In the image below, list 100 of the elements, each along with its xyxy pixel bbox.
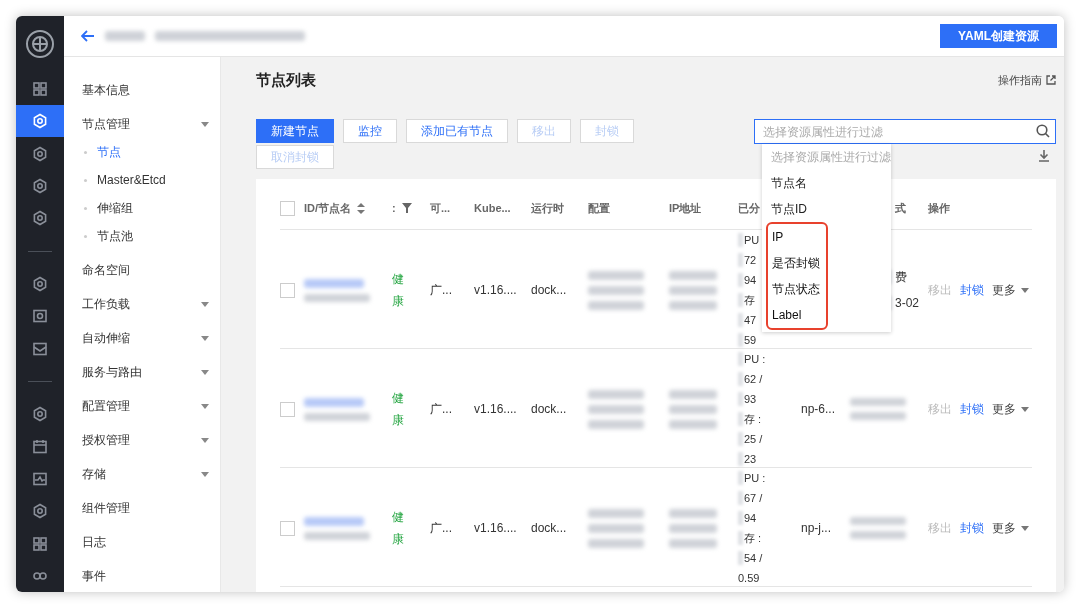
sidebar-subitem[interactable]: 节点池: [64, 222, 220, 250]
table-cell: PU :: [744, 472, 766, 484]
blurred-text: [669, 270, 717, 280]
caret-icon: [1021, 406, 1029, 412]
blurred-text: [669, 389, 717, 399]
sidebar-item[interactable]: 工作负载: [64, 287, 220, 321]
checkbox[interactable]: [280, 282, 295, 298]
yaml-create-button[interactable]: YAML创建资源: [940, 24, 1057, 48]
table-cell: PU :: [744, 353, 766, 365]
status-text: 健康: [392, 271, 404, 310]
table-cell: dock...: [531, 521, 567, 535]
sort-icon[interactable]: [357, 202, 366, 214]
blurred-text: [669, 508, 717, 518]
status-text: 健康: [392, 390, 404, 429]
checkbox[interactable]: [280, 520, 295, 536]
dropdown-option[interactable]: 是否封锁: [768, 250, 826, 276]
row-action-link[interactable]: 封锁: [960, 519, 984, 537]
sidebar-item[interactable]: 配置管理: [64, 389, 220, 423]
table-cell: 23: [744, 453, 757, 465]
blurred-text: [669, 285, 717, 295]
dropdown-option[interactable]: 节点名: [762, 170, 891, 196]
page-title: 节点列表: [256, 70, 316, 90]
table-cell: 94: [744, 512, 757, 524]
more-menu[interactable]: 更多: [992, 400, 1029, 418]
column-header: ID/节点名: [304, 200, 352, 216]
table-cell: np-j...: [801, 521, 831, 535]
blurred-text: [588, 300, 644, 310]
column-header: 已分: [738, 200, 760, 216]
table-cell: 25 /: [744, 433, 763, 445]
sidebar-subitem[interactable]: 节点: [64, 138, 220, 166]
checkbox[interactable]: [280, 401, 295, 417]
square-icon: [32, 308, 48, 325]
chart-icon: [32, 470, 48, 487]
sidebar-subitem[interactable]: Master&Etcd: [64, 166, 220, 194]
caret-icon: [1021, 287, 1029, 293]
table-cell: 存 :: [744, 530, 762, 546]
sidebar-item[interactable]: 基本信息: [64, 73, 220, 107]
dropdown-option[interactable]: Label: [768, 302, 826, 328]
column-header: Kube...: [474, 202, 511, 214]
more-menu[interactable]: 更多: [992, 519, 1029, 537]
table-cell: 费: [895, 268, 907, 286]
table-cell: dock...: [531, 283, 567, 297]
column-header: 可...: [430, 200, 451, 216]
dropdown-option[interactable]: 节点ID: [762, 196, 891, 222]
logo-icon[interactable]: [25, 29, 55, 60]
sidebar-item[interactable]: 节点管理: [64, 107, 220, 141]
table-cell: 广...: [430, 400, 452, 418]
guide-link[interactable]: 操作指南: [998, 72, 1056, 88]
blurred-text: [304, 397, 364, 407]
checkbox[interactable]: [280, 200, 295, 216]
blurred-text: [304, 293, 370, 302]
table-cell: 广...: [430, 281, 452, 299]
sidebar-item[interactable]: 事件: [64, 559, 220, 592]
column-header: 配置: [588, 200, 610, 216]
filter-icon[interactable]: [401, 203, 412, 213]
toolbar-button[interactable]: 添加已有节点: [406, 119, 508, 143]
dropdown-option[interactable]: IP: [768, 224, 826, 250]
blurred-text: [588, 270, 644, 280]
blurred-text: [588, 523, 644, 533]
row-action-link[interactable]: 封锁: [960, 281, 984, 299]
blurred-text: [304, 412, 370, 421]
blurred-text: [588, 419, 644, 429]
status-text: 健康: [392, 509, 404, 548]
table-cell: 存 :: [744, 411, 762, 427]
row-action-link[interactable]: 封锁: [960, 400, 984, 418]
table-cell: 47: [744, 314, 757, 326]
search-field[interactable]: 选择资源属性进行过滤: [754, 119, 1056, 144]
table-cell: 广...: [430, 519, 452, 537]
apps-icon: [32, 535, 48, 552]
sidebar-subitem[interactable]: 伸缩组: [64, 194, 220, 222]
back-arrow-icon[interactable]: [81, 30, 95, 42]
blurred-text: [588, 389, 644, 399]
sidebar-item[interactable]: 自动伸缩: [64, 321, 220, 355]
sidebar-item[interactable]: 授权管理: [64, 423, 220, 457]
blurred-text: [588, 404, 644, 414]
table-cell: 存: [744, 292, 755, 308]
table-cell: 59: [744, 334, 757, 346]
table-cell: 94: [744, 274, 757, 286]
blurred-text: [105, 31, 145, 41]
sidebar-item[interactable]: 组件管理: [64, 491, 220, 525]
toolbar-button[interactable]: 监控: [343, 119, 397, 143]
blurred-text: [850, 531, 906, 539]
dropdown-option[interactable]: 节点状态: [768, 276, 826, 302]
blurred-text: [304, 278, 364, 288]
blurred-text: [669, 300, 717, 310]
blurred-text: [669, 538, 717, 548]
column-header: 操作: [928, 200, 950, 216]
table-cell: np-6...: [801, 402, 836, 416]
sidebar-item[interactable]: 服务与路由: [64, 355, 220, 389]
toolbar-button[interactable]: 新建节点: [256, 119, 334, 143]
sidebar-item[interactable]: 存储: [64, 457, 220, 491]
rail-item[interactable]: [16, 105, 64, 138]
sidebar-item[interactable]: 命名空间: [64, 253, 220, 287]
download-icon[interactable]: [1038, 150, 1050, 162]
blurred-text: [304, 531, 370, 540]
table-cell: 0.59: [738, 572, 760, 584]
sidebar-item[interactable]: 日志: [64, 525, 220, 559]
more-menu[interactable]: 更多: [992, 281, 1029, 299]
column-header: 式: [895, 200, 906, 216]
table-cell: PU: [744, 234, 760, 246]
